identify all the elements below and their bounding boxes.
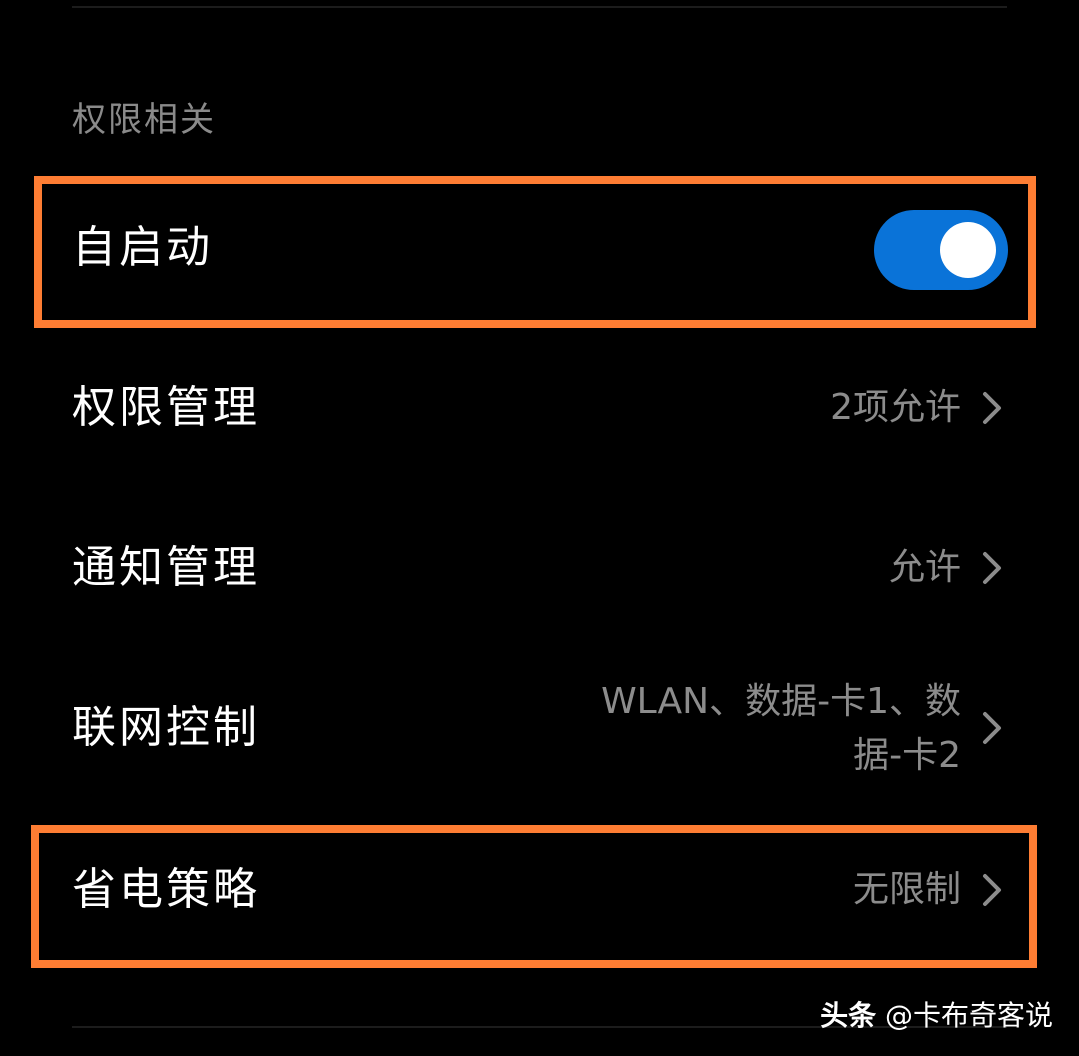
autostart-label: 自启动 xyxy=(72,222,213,273)
chevron-right-icon xyxy=(977,388,1007,428)
notifications-row[interactable]: 通知管理 允许 xyxy=(0,510,1079,630)
network-value-line2: 据-卡2 xyxy=(853,735,961,776)
network-row[interactable]: 联网控制 WLAN、数据-卡1、数 据-卡2 xyxy=(0,670,1079,790)
permissions-value: 2项允许 xyxy=(830,387,961,428)
battery-value: 无限制 xyxy=(852,869,961,910)
network-label: 联网控制 xyxy=(72,702,260,753)
top-divider xyxy=(72,6,1007,8)
battery-label: 省电策略 xyxy=(72,864,260,915)
toggle-knob xyxy=(940,222,996,278)
network-value-line1: WLAN、数据-卡1、数 xyxy=(601,681,961,722)
notifications-value: 允许 xyxy=(888,547,961,588)
notifications-label: 通知管理 xyxy=(72,542,260,593)
chevron-right-icon xyxy=(977,548,1007,588)
chevron-right-icon xyxy=(977,870,1007,910)
permissions-row[interactable]: 权限管理 2项允许 xyxy=(0,350,1079,470)
watermark-handle: @卡布奇客说 xyxy=(884,999,1053,1032)
autostart-row[interactable]: 自启动 xyxy=(0,196,1079,306)
battery-row[interactable]: 省电策略 无限制 xyxy=(0,830,1079,950)
watermark: 头条 @卡布奇客说 xyxy=(820,996,1053,1036)
section-header-permissions: 权限相关 xyxy=(72,100,216,140)
permissions-label: 权限管理 xyxy=(72,382,260,433)
watermark-brand: 头条 xyxy=(820,999,877,1032)
chevron-right-icon xyxy=(977,708,1007,748)
autostart-toggle[interactable] xyxy=(874,210,1008,290)
